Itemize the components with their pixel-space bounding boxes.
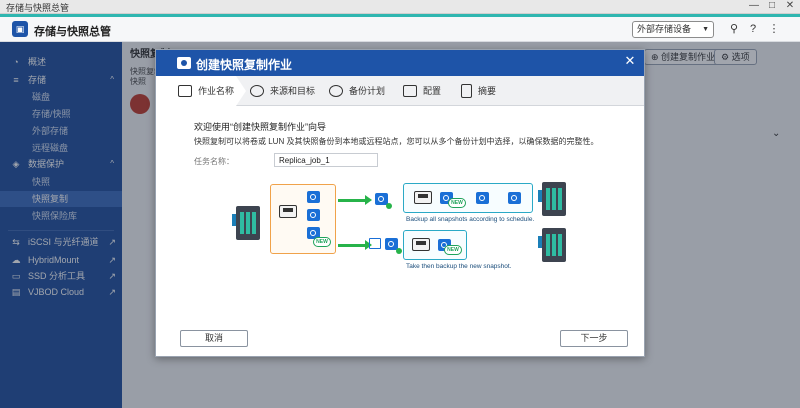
close-icon[interactable]: ✕ (622, 53, 638, 69)
app-title: 存储与快照总管 (34, 26, 111, 38)
take-new-box: NEW (403, 230, 467, 260)
snapshot-icon (508, 192, 521, 204)
step-label: 作业名称 (198, 86, 235, 96)
source-volume-box: NEW (270, 184, 336, 254)
window-title: 存储与快照总管 (6, 3, 70, 13)
search-icon[interactable]: ⚲ (726, 21, 742, 37)
source-nas-icon (232, 206, 260, 240)
external-device-dropdown[interactable]: 外部存储设备 ▼ (632, 21, 714, 38)
plus-icon (396, 248, 402, 254)
snapshot-icon (307, 209, 320, 221)
target-nas-icon (538, 182, 566, 216)
new-badge: NEW (313, 237, 331, 247)
summary-icon (461, 83, 472, 98)
window-titlebar: 存储与快照总管 — □ ✕ (0, 0, 800, 14)
schedule-icon (329, 84, 343, 97)
step-label: 配置 (423, 86, 442, 96)
new-badge: NEW (444, 245, 462, 255)
arrow-right-icon (338, 195, 372, 205)
next-button[interactable]: 下一步 (560, 330, 628, 347)
calendar-icon (369, 238, 381, 249)
task-name-input[interactable] (274, 153, 378, 167)
step-arrow (236, 76, 246, 106)
external-device-label: 外部存储设备 (637, 24, 692, 34)
backup-all-box: NEW (403, 183, 533, 213)
dialog-title: 创建快照复制作业 (196, 58, 293, 72)
help-icon[interactable]: ? (745, 21, 761, 37)
task-name-label: 任务名称： (194, 157, 234, 166)
backup-all-caption: Backup all snapshots according to schedu… (406, 216, 535, 223)
description-text: 快照复制可以将卷或 LUN 及其快照备份到本地或远程站点，您可以从多个备份计划中… (194, 137, 599, 146)
minimize-button[interactable]: — (746, 0, 762, 11)
window-close-button[interactable]: ✕ (782, 0, 798, 11)
more-icon[interactable]: ⋮ (766, 21, 782, 37)
cancel-button[interactable]: 取消 (180, 330, 248, 347)
step-summary: 摘要 (461, 76, 496, 106)
step-configuration: 配置 (403, 76, 441, 106)
maximize-button[interactable]: □ (764, 0, 780, 11)
chevron-down-icon: ▼ (702, 26, 709, 33)
step-label: 备份计划 (349, 86, 386, 96)
take-new-caption: Take then backup the new snapshot. (406, 263, 512, 270)
snapshot-icon (476, 192, 489, 204)
snapshot-replica-icon (177, 57, 191, 69)
job-name-icon (178, 84, 192, 97)
disk-icon (414, 191, 432, 204)
app-logo-icon: ▣ (12, 21, 28, 37)
step-backup-schedule: 备份计划 (329, 76, 385, 106)
new-badge: NEW (448, 198, 466, 208)
welcome-text: 欢迎使用“创建快照复制作业”向导 (194, 122, 326, 132)
source-target-icon (250, 84, 264, 97)
create-replica-dialog: 创建快照复制作业 ✕ 作业名称 来源和目标 备份计划 配置 摘要 欢迎使用“创建… (155, 49, 645, 357)
disk-icon (412, 238, 430, 251)
step-label: 来源和目标 (270, 86, 316, 96)
arrow-right-icon (338, 240, 372, 250)
replication-diagram: NEW NEW Backup all snapshots according t… (156, 178, 644, 288)
step-source-target: 来源和目标 (250, 76, 315, 106)
disk-icon (279, 205, 297, 218)
plus-icon (386, 203, 392, 209)
step-label: 摘要 (478, 86, 497, 96)
step-job-name: 作业名称 (156, 76, 236, 106)
wizard-steps: 作业名称 来源和目标 备份计划 配置 摘要 (156, 76, 644, 106)
dialog-header: 创建快照复制作业 ✕ (156, 50, 644, 76)
configuration-icon (403, 84, 417, 97)
app-header: ▣ 存储与快照总管 外部存储设备 ▼ ⚲ ? ⋮ (0, 17, 800, 42)
target-nas-icon (538, 228, 566, 262)
snapshot-icon (307, 191, 320, 203)
